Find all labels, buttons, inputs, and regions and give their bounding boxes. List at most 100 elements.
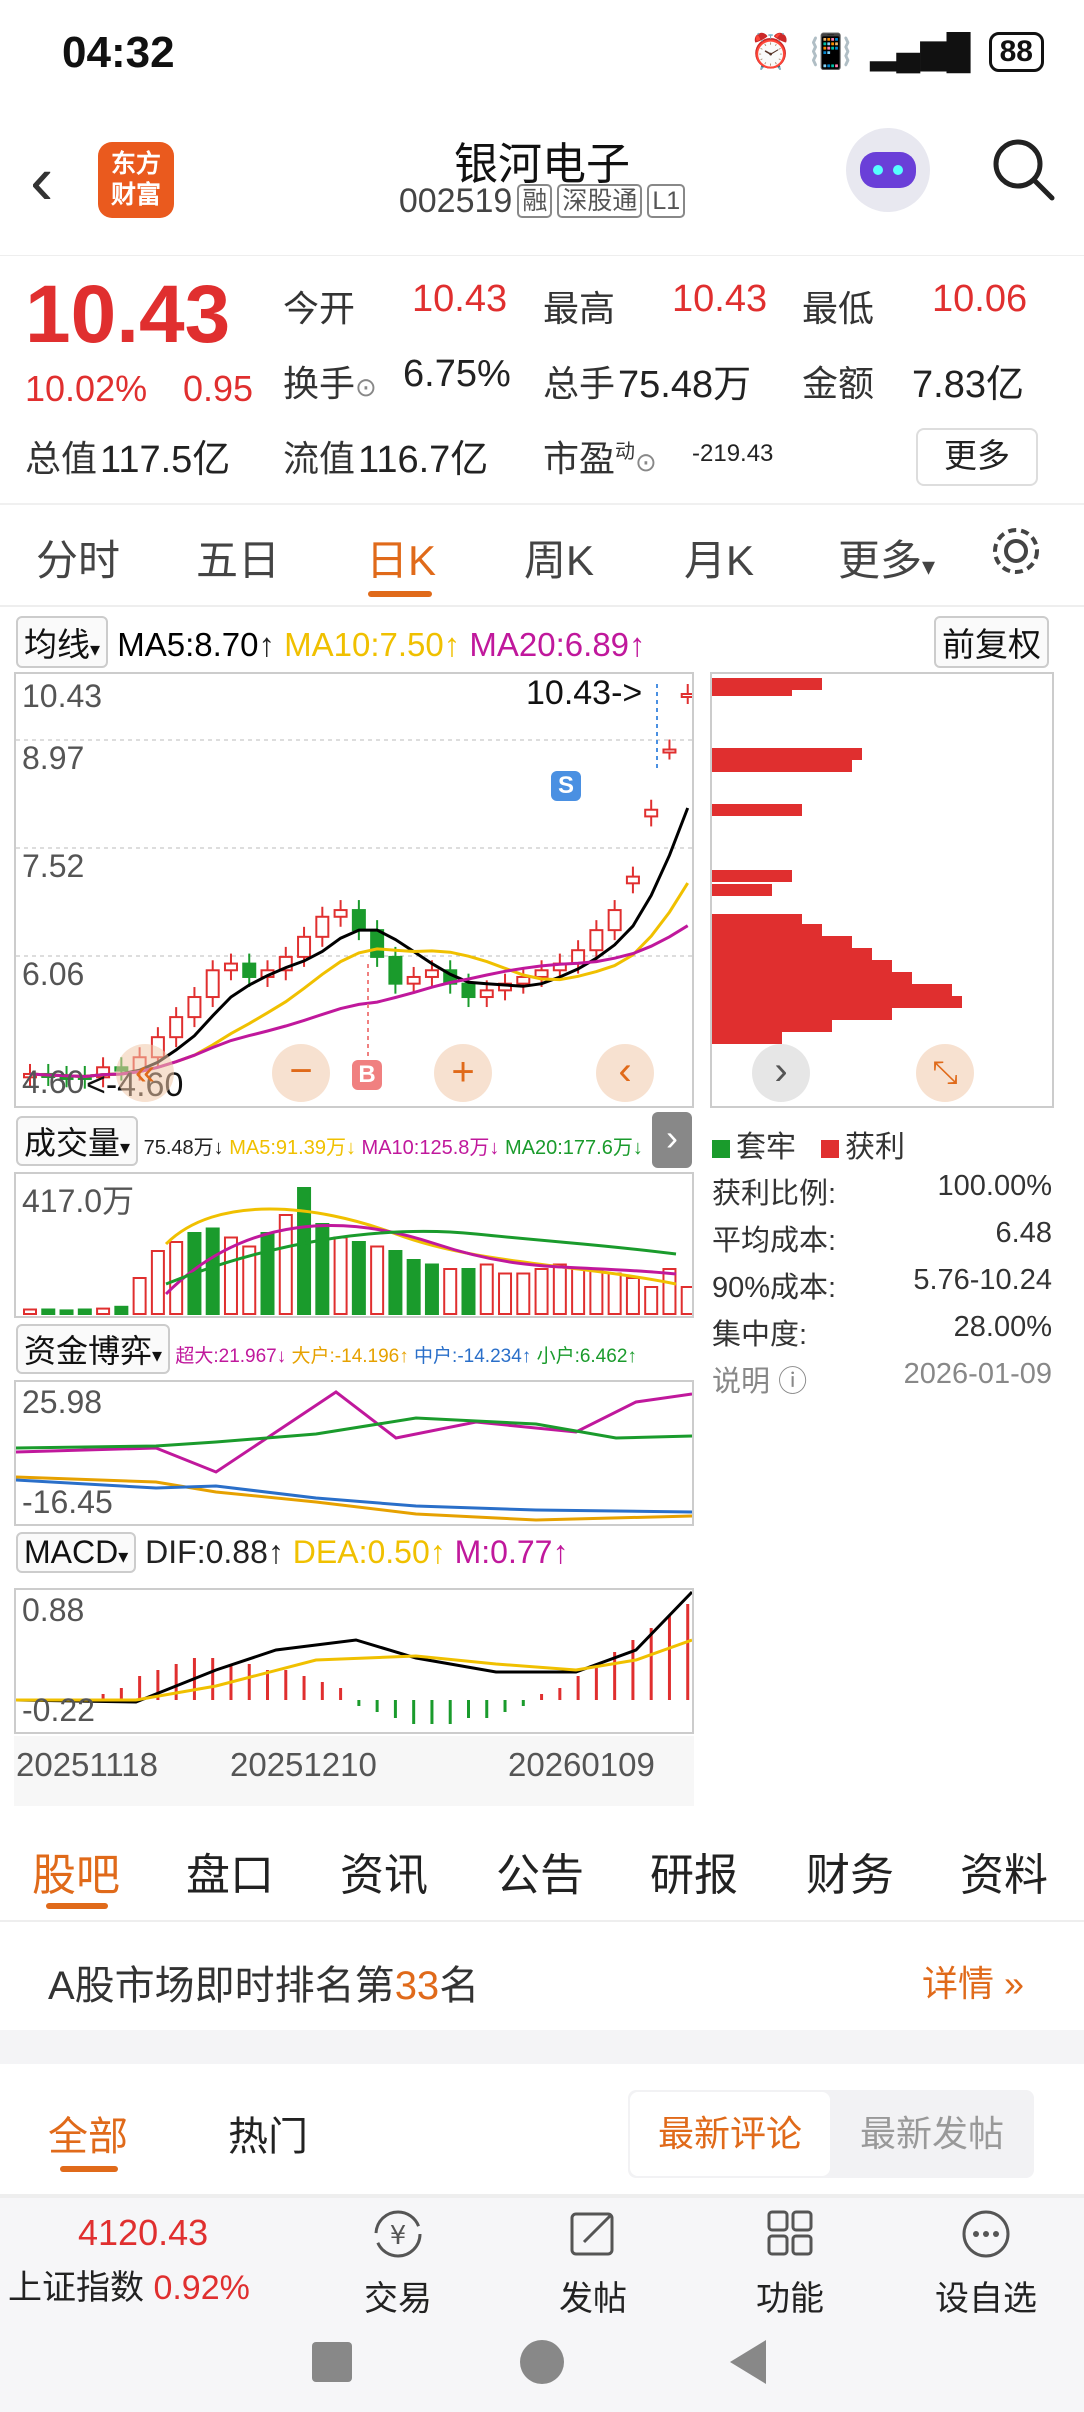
status-icons: ⏰ 📳 ▂▄▆█ 88 [749,32,1044,72]
section-tabs: 股吧 盘口 资讯 公告 研报 财务 资料 [0,1815,1084,1922]
section-tab-underline [46,1903,108,1909]
cost-bar [712,996,962,1008]
indicator-dropdown[interactable]: 均线▾ [16,616,109,668]
zoom-out-icon[interactable]: − [272,1044,330,1102]
expand-icon[interactable]: ⤡ [916,1044,974,1102]
tab-all[interactable]: 全部 [48,2104,128,2162]
tab-intraday[interactable]: 分时 [36,527,120,588]
candle [223,962,238,972]
tab-weekly-k[interactable]: 周K [524,527,594,588]
more-button[interactable]: 更多 [916,428,1038,486]
tab-hot[interactable]: 热门 [228,2104,308,2162]
tab-finance[interactable]: 财务 [806,1839,894,1903]
tab-forum[interactable]: 股吧 [32,1839,120,1903]
note-row[interactable]: 说明 ⓘ 2026-01-09 [712,1358,1052,1400]
kline-chart[interactable]: 10.43 8.97 7.52 6.06 4.60 10.43-> <-4.60… [14,672,694,1108]
fund-chart[interactable]: 25.98 -16.45 [14,1380,694,1526]
scroll-left-icon[interactable]: ‹ [596,1044,654,1102]
nav-function[interactable]: 功能 [730,2206,850,2320]
turnover-value: 6.75% [403,353,511,395]
cost-bar [712,884,772,896]
date-mid: 20251210 [230,1746,377,1783]
nav-trade[interactable]: ¥ 交易 [338,2206,458,2320]
candle [607,909,622,932]
volume-bar [388,1250,403,1315]
tab-research[interactable]: 研报 [650,1839,738,1903]
stock-header: ‹ 东方 财富 银河电子 002519 融深股通 L1 [0,110,1084,256]
scroll-left-fast-icon[interactable]: « [116,1044,174,1102]
index-name-row[interactable]: 上证指数 0.92% [8,2260,250,2309]
volume-bar [498,1272,513,1315]
volume-value: 75.48万 [618,364,752,406]
post-icon [570,2212,614,2256]
volume-bar [315,1223,330,1315]
tab-announcements[interactable]: 公告 [496,1839,584,1903]
volume-y-label: 417.0万 [22,1183,135,1219]
cost-bar [712,748,862,760]
cost-bar [712,760,852,772]
buy-marker[interactable]: B [352,1060,382,1090]
tab-five-day[interactable]: 五日 [196,527,280,588]
cost-distribution-chart: › ⤡ [710,672,1054,1108]
sell-marker[interactable]: S [551,771,581,801]
candle [424,969,439,978]
back-nav-icon[interactable] [730,2340,766,2384]
tab-monthly-k[interactable]: 月K [684,527,754,588]
expand-panel-icon[interactable]: › [652,1112,692,1168]
macd-chart[interactable]: 0.88 -0.22 [14,1588,694,1734]
margin-tag: 融 [517,184,553,218]
adjust-dropdown[interactable]: 前复权 [934,616,1049,668]
volume-current: 75.48万↓ [143,1137,224,1159]
volume-bar [96,1307,111,1316]
rank-detail-link[interactable]: 详情 » [922,1955,1024,2007]
volume-bar [644,1286,659,1315]
profit-ratio-row: 获利比例: 100.00% [712,1170,1052,1210]
search-icon[interactable] [990,136,1056,207]
assistant-robot-icon[interactable] [846,128,930,212]
settings-icon[interactable] [988,523,1044,589]
zoom-in-icon[interactable]: + [434,1044,492,1102]
y-label-top: 10.43 [22,678,103,714]
macd-dif: DIF:0.88↑ [145,1534,284,1570]
home-icon[interactable] [520,2340,564,2384]
rank-text: A股市场即时排名第33名 [48,1964,480,2008]
macd-dropdown[interactable]: MACD▾ [16,1532,137,1573]
cost-bar [712,960,892,972]
tab-more[interactable]: 更多▾ [838,527,935,588]
more-dots-icon [962,2210,1010,2258]
nav-post[interactable]: 发帖 [533,2206,653,2320]
tab-daily-k[interactable]: 日K [366,527,436,588]
fund-super-line [16,1390,692,1474]
cost-bar [712,1008,892,1020]
volume-chart[interactable]: 417.0万 [14,1172,694,1318]
macd-y-bottom: -0.22 [22,1692,95,1728]
tab-order-book[interactable]: 盘口 [186,1839,274,1903]
ma-row: 均线▾ MA5:8.70↑ MA10:7.50↑ MA20:6.89↑ 前复权 [16,616,1076,668]
fund-large: 大户:-14.196↑ [291,1346,409,1367]
tab-profile[interactable]: 资料 [960,1839,1048,1903]
float-value: 116.7亿 [358,439,489,481]
volume-dropdown[interactable]: 成交量▾ [16,1116,139,1166]
cost-bar [712,684,792,696]
date-end: 20260109 [508,1746,655,1783]
candle [662,748,677,754]
recents-icon[interactable] [312,2342,352,2382]
y-label-4: 6.06 [22,956,85,992]
fund-mid: 中户:-14.234↑ [414,1346,532,1367]
volume-bar [552,1263,567,1315]
open-label: 今开 [283,288,356,329]
volume-bar [114,1305,129,1316]
scroll-right-icon[interactable]: › [752,1044,810,1102]
tab-news[interactable]: 资讯 [340,1839,428,1903]
cost-bar [712,972,912,984]
sort-latest-comment[interactable]: 最新评论 [630,2092,830,2176]
feed-tabs: 全部 热门 最新评论 最新发帖 [0,2064,1084,2196]
candle [589,929,604,952]
nav-watchlist[interactable]: 设自选 [926,2206,1046,2320]
rank-row[interactable]: A股市场即时排名第33名 详情 » [0,1925,1084,2030]
fund-dropdown[interactable]: 资金博弈▾ [16,1324,171,1374]
index-value[interactable]: 4120.43 [78,2212,208,2254]
cost-legend: 套牢 获利 [712,1122,905,1166]
sort-latest-post[interactable]: 最新发帖 [832,2092,1032,2176]
amount-label: 金额 [802,363,875,404]
